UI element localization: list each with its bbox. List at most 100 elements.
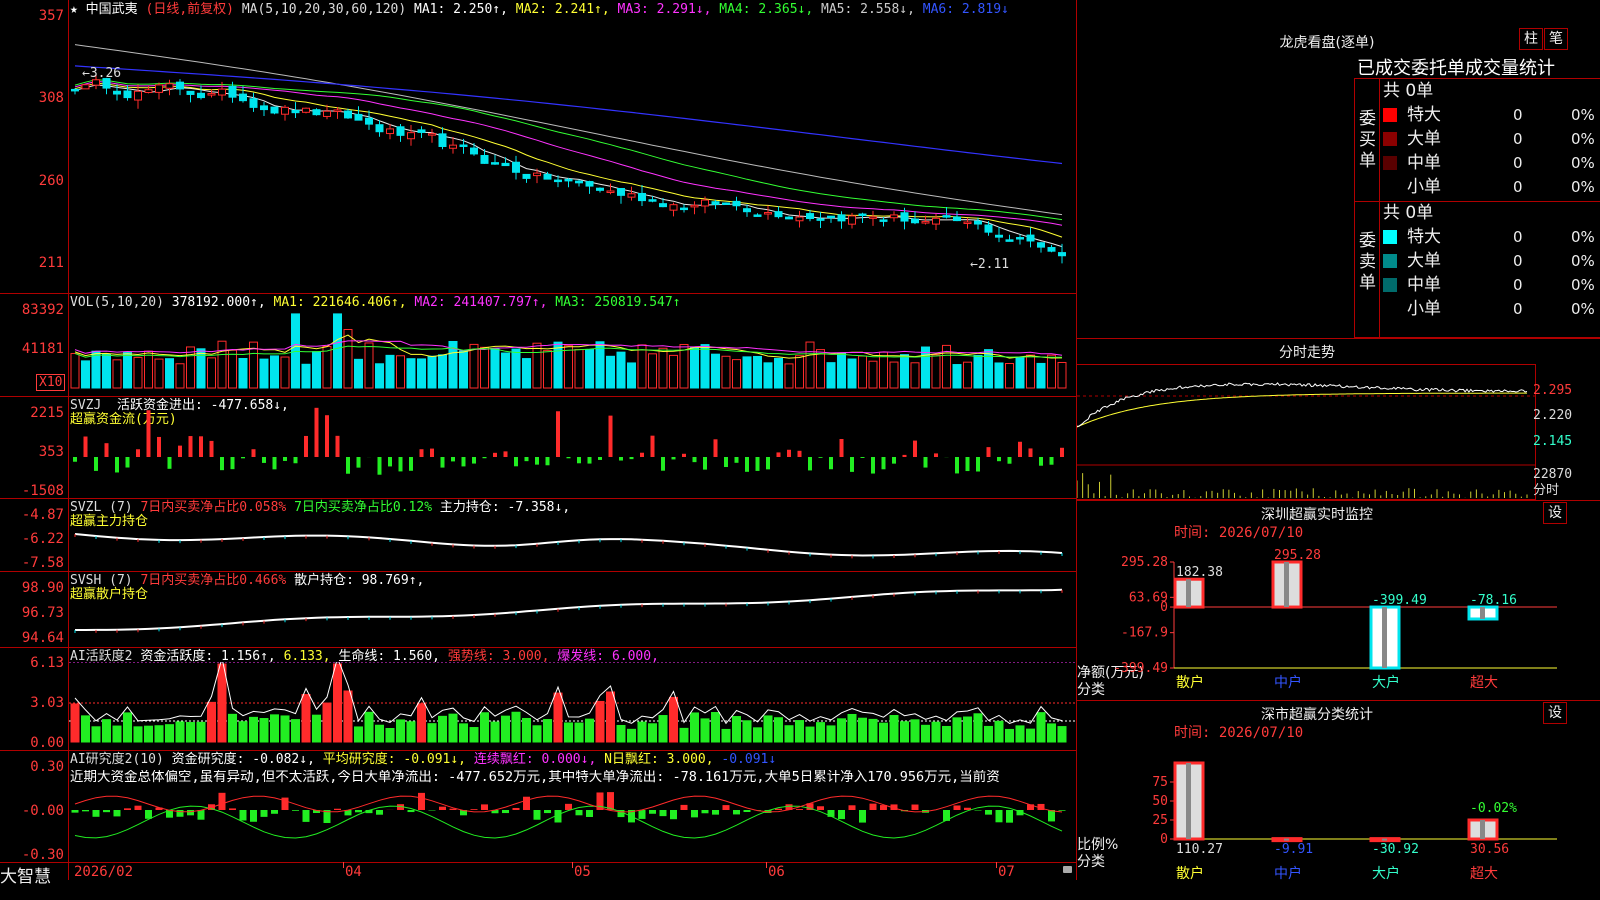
research-bar <box>1006 810 1013 823</box>
research-bar <box>586 810 593 817</box>
research-bar <box>271 810 278 814</box>
candle-body <box>386 128 394 135</box>
activity-bar <box>186 722 195 743</box>
research-bar <box>82 810 89 812</box>
main-chart-area[interactable]: ★ 中国武夷 (日线,前复权) MA(5,10,20,30,60,120) MA… <box>0 0 1077 887</box>
candle-body <box>837 214 846 222</box>
category-bar <box>1173 577 1205 609</box>
candle-body <box>449 144 457 149</box>
bar-view-button[interactable]: 柱 <box>1519 28 1543 50</box>
high-marker-label: 3.26 <box>89 66 122 81</box>
activity-bar <box>301 694 311 743</box>
flow-bar <box>566 457 571 459</box>
kline-y-tick: 308 <box>38 90 64 106</box>
research-bar <box>103 810 110 813</box>
research-bar <box>145 810 152 819</box>
flow-bar <box>671 457 676 460</box>
tick-view-button[interactable]: 笔 <box>1544 28 1568 50</box>
category-label: 超大 <box>1470 866 1498 882</box>
volume-chart[interactable] <box>69 310 1076 396</box>
sc-settings-button[interactable]: 设 <box>1543 702 1567 724</box>
flow-bar <box>346 457 350 474</box>
flow-bar <box>136 449 140 457</box>
candle-body <box>921 221 930 224</box>
volume-bar <box>816 349 825 389</box>
activity-bar <box>217 663 227 743</box>
sz-settings-button[interactable]: 设 <box>1543 502 1567 524</box>
flow-bar <box>220 457 224 471</box>
intraday-panel[interactable]: 分时走势 2.295 2.220 2.145 22870 分时 <box>1077 338 1600 500</box>
position-line <box>75 588 1063 631</box>
candle-body <box>638 192 646 202</box>
activity-bar <box>763 715 773 743</box>
activity-bar <box>721 728 731 743</box>
period-label[interactable]: (日线,前复权) <box>146 2 234 17</box>
svzl-chart[interactable] <box>69 499 1076 571</box>
research-bar <box>649 810 656 814</box>
activity-bar <box>553 692 563 743</box>
category-label: 大户 <box>1372 674 1400 691</box>
flow-bar <box>1049 457 1054 465</box>
volume-bar <box>858 355 867 389</box>
vol-unit-badge[interactable]: X10 <box>36 374 66 391</box>
svsh-chart[interactable] <box>69 572 1076 647</box>
activity-bar <box>889 715 899 743</box>
volume-bar <box>364 342 374 389</box>
activity-bar <box>984 725 993 743</box>
activity-bar <box>658 715 668 743</box>
research-bar <box>481 804 488 810</box>
research-bar <box>334 808 341 810</box>
legend-swatch <box>1383 302 1397 316</box>
legend-swatch <box>1383 278 1397 292</box>
research-bar <box>376 810 383 815</box>
activity-bar <box>438 715 447 743</box>
flow-bar <box>251 449 256 457</box>
ma2-line <box>74 82 1063 238</box>
candle-body <box>848 215 856 225</box>
research-bar <box>250 810 257 822</box>
research-bar <box>953 805 961 810</box>
volume-bar <box>1036 362 1046 389</box>
buy-order-row: 中单 0 0% <box>1383 151 1600 175</box>
legend-swatch <box>1383 156 1397 170</box>
brand-logo[interactable]: 大智慧 <box>0 862 51 887</box>
flow-bar <box>535 457 539 465</box>
candle-body <box>543 173 552 180</box>
research-bar <box>1048 810 1055 822</box>
research-bar <box>995 810 1003 823</box>
flow-bar <box>199 436 203 457</box>
sc-ratio-chart[interactable]: 75 50 25 0 110.27 散户 -9.91 中户 -30.92 大户 30.56 超大 -0.… <box>1077 744 1600 900</box>
flow-bar <box>829 457 833 470</box>
volume-bar <box>343 329 353 389</box>
activity-bar <box>826 725 836 743</box>
candle-body <box>270 106 279 114</box>
order-percent: 0% <box>1571 130 1595 148</box>
activity-bar <box>427 723 437 743</box>
vol-ma2: MA2: 241407.797↑, <box>414 295 548 310</box>
research-bar <box>701 810 709 814</box>
candle-body <box>795 216 804 222</box>
ma2-value: MA2: 2.241↑, <box>515 2 610 17</box>
volume-bar <box>648 353 657 389</box>
ai-activity-chart[interactable] <box>69 662 1076 750</box>
candle-body <box>333 109 342 112</box>
lock-icon[interactable] <box>1063 866 1072 873</box>
ai-research-chart[interactable] <box>69 788 1076 862</box>
flow-bar <box>598 457 602 460</box>
activity-bar <box>375 724 384 743</box>
candle-body <box>407 132 415 140</box>
legend-swatch <box>1383 230 1397 244</box>
svzj-chart[interactable] <box>69 397 1076 498</box>
intraday-chart[interactable] <box>1077 365 1535 498</box>
star-icon[interactable]: ★ <box>70 2 78 17</box>
candle-body <box>113 90 121 95</box>
research-bar <box>113 810 121 817</box>
candlestick-chart[interactable] <box>69 18 1076 293</box>
activity-bar <box>921 724 930 743</box>
vol-header: VOL(5,10,20) 378192.000↑, MA1: 221646.40… <box>70 295 681 310</box>
candle-body <box>291 109 300 114</box>
volume-bar <box>1057 361 1067 389</box>
flow-bar <box>377 457 382 475</box>
sz-net-amount-chart[interactable]: 295.2863.690-167.9-399.49182.38散户295.28中… <box>1077 544 1600 700</box>
research-bar <box>1058 810 1066 811</box>
